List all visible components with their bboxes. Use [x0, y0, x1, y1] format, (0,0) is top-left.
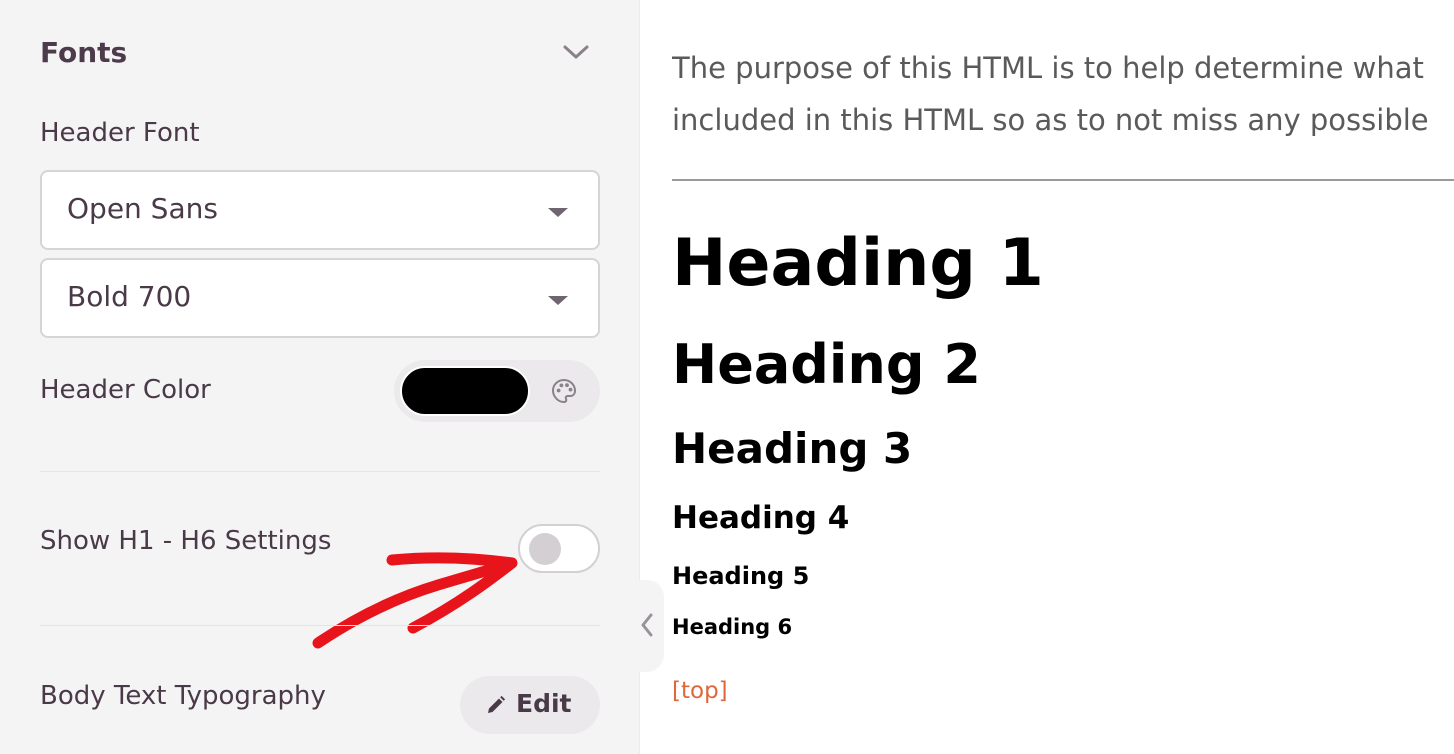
h1-h6-settings-label: Show H1 - H6 Settings — [40, 526, 332, 556]
chevron-down-icon[interactable] — [562, 42, 590, 62]
pencil-icon — [488, 695, 506, 713]
fonts-section-title: Fonts — [40, 36, 128, 69]
heading-6: Heading 6 — [672, 615, 793, 639]
header-font-family-select[interactable]: Open Sans — [40, 170, 600, 250]
intro-paragraph: The purpose of this HTML is to help dete… — [672, 42, 1454, 146]
edit-button-label: Edit — [516, 689, 572, 718]
heading-3: Heading 3 — [672, 424, 913, 473]
edit-body-typography-button[interactable]: Edit — [460, 676, 600, 734]
settings-panel: Fonts Header Font Open Sans Bold 700 Hea… — [0, 0, 640, 754]
h1-h6-settings-toggle[interactable] — [518, 524, 600, 573]
header-font-family-value: Open Sans — [67, 192, 218, 225]
section-divider — [40, 471, 600, 472]
header-color-swatch[interactable] — [400, 366, 530, 416]
header-font-weight-select[interactable]: Bold 700 — [40, 258, 600, 338]
caret-down-icon — [548, 296, 568, 305]
collapse-panel-tab[interactable] — [630, 580, 664, 672]
heading-4: Heading 4 — [672, 500, 850, 536]
toggle-knob[interactable] — [529, 533, 561, 565]
section-divider — [40, 625, 600, 626]
heading-2: Heading 2 — [672, 333, 981, 396]
header-color-label: Header Color — [40, 375, 211, 405]
heading-5: Heading 5 — [672, 562, 810, 590]
intro-line: included in this HTML so as to not miss … — [672, 103, 1429, 137]
page-preview: The purpose of this HTML is to help dete… — [672, 0, 1454, 754]
palette-icon[interactable] — [550, 377, 578, 405]
red-arrow-annotation-icon — [312, 552, 518, 649]
heading-1: Heading 1 — [672, 226, 1044, 301]
body-text-typography-label: Body Text Typography — [40, 681, 326, 711]
header-font-label: Header Font — [40, 118, 200, 148]
back-to-top-link[interactable]: [top] — [672, 678, 728, 704]
header-font-weight-value: Bold 700 — [67, 280, 192, 313]
chevron-left-icon — [641, 613, 653, 637]
caret-down-icon — [548, 208, 568, 217]
horizontal-rule — [672, 179, 1454, 181]
header-color-picker[interactable] — [394, 360, 600, 422]
intro-line: The purpose of this HTML is to help dete… — [672, 51, 1424, 85]
